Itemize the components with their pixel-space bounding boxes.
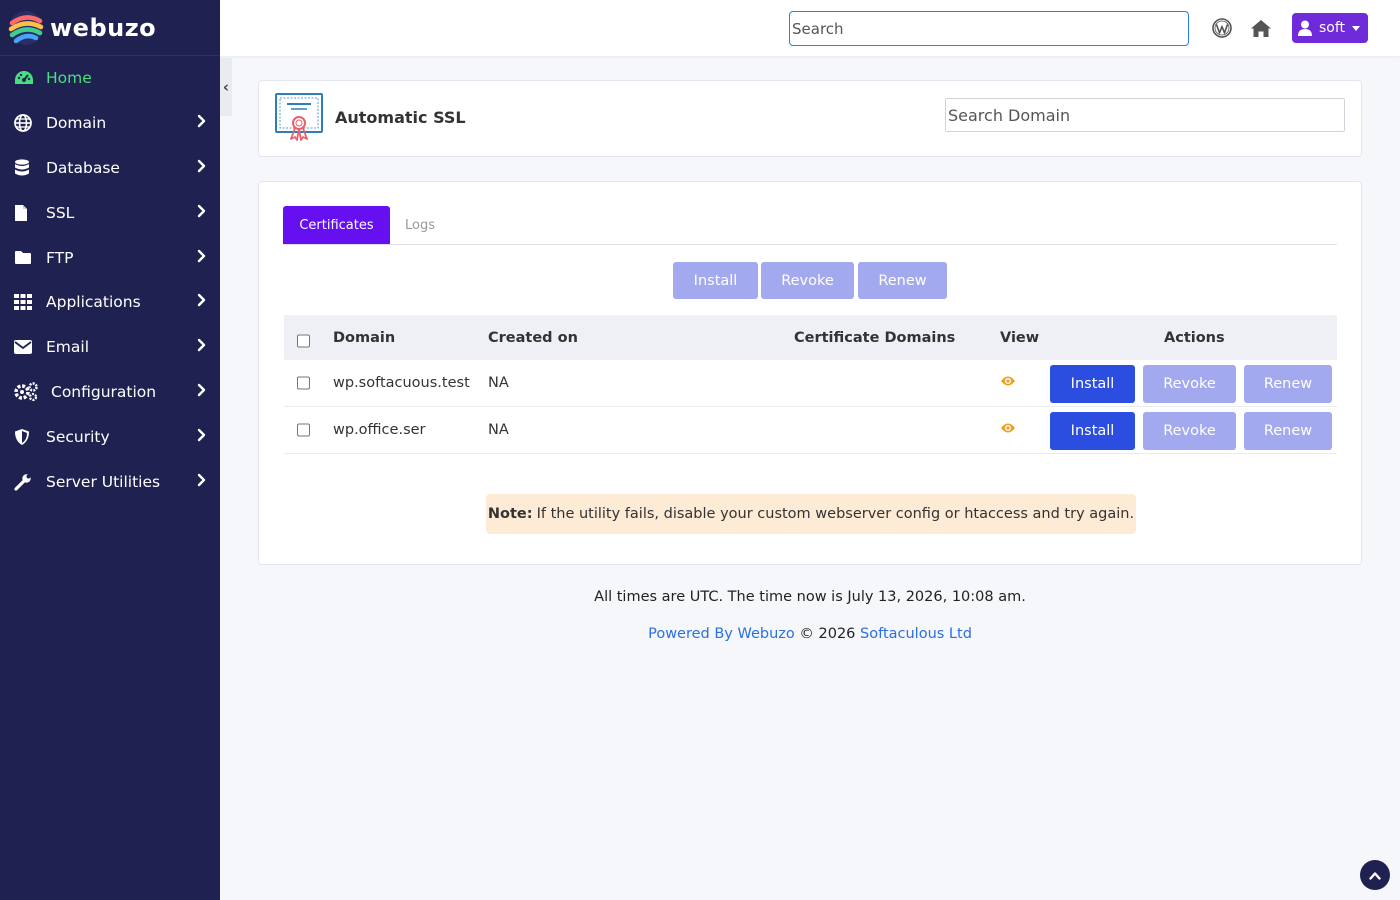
footer-credits: Powered By Webuzo © 2026 Softaculous Ltd xyxy=(258,626,1362,642)
note-alert: Note: If the utility fails, disable your… xyxy=(486,494,1136,534)
column-header-actions: Actions xyxy=(1164,329,1225,346)
domain-search-input[interactable] xyxy=(945,98,1345,132)
sidebar: webuzo Home Domain Database SSL FTP Appl… xyxy=(0,0,220,900)
chevron-right-icon xyxy=(197,249,206,267)
company-link[interactable]: Softaculous Ltd xyxy=(860,626,972,642)
server-time-text: All times are UTC. The time now is July … xyxy=(594,589,1026,605)
user-name: soft xyxy=(1319,20,1346,36)
eye-icon[interactable] xyxy=(1000,375,1016,391)
sidebar-item-configuration[interactable]: Configuration xyxy=(0,370,220,415)
sidebar-item-ftp[interactable]: FTP xyxy=(0,235,220,280)
sidebar-item-server-utilities[interactable]: Server Utilities xyxy=(0,459,220,504)
page-title: Automatic SSL xyxy=(335,108,466,127)
grid-icon xyxy=(14,292,38,312)
tab-bar: Certificates Logs xyxy=(283,206,1337,245)
sidebar-item-label: Configuration xyxy=(51,382,157,401)
folder-icon xyxy=(14,248,38,268)
sidebar-item-domain[interactable]: Domain xyxy=(0,101,220,146)
globe-icon xyxy=(14,113,38,133)
chevron-right-icon xyxy=(197,293,206,311)
global-search-input[interactable] xyxy=(789,11,1189,46)
row-domain: wp.office.ser xyxy=(333,422,426,438)
chevron-right-icon xyxy=(197,473,206,491)
certificate-icon xyxy=(275,92,325,146)
chevron-right-icon xyxy=(197,114,206,132)
sidebar-item-database[interactable]: Database xyxy=(0,146,220,191)
certificates-table: Domain Created on Certificate Domains Vi… xyxy=(284,315,1337,454)
user-menu-button[interactable]: soft xyxy=(1292,13,1368,43)
caret-down-icon xyxy=(1352,25,1361,31)
row-renew-button[interactable]: Renew xyxy=(1244,365,1332,403)
column-header-created: Created on xyxy=(488,329,578,346)
tab-logs[interactable]: Logs xyxy=(391,206,449,244)
powered-by-link[interactable]: Powered By Webuzo xyxy=(648,626,795,642)
database-icon xyxy=(14,158,38,178)
sidebar-item-ssl[interactable]: SSL xyxy=(0,190,220,235)
row-revoke-button[interactable]: Revoke xyxy=(1143,365,1236,403)
webuzo-logo-icon xyxy=(8,10,44,45)
sidebar-item-label: Server Utilities xyxy=(46,472,161,491)
wrench-icon xyxy=(14,472,38,492)
sidebar-item-security[interactable]: Security xyxy=(0,414,220,459)
scroll-to-top-button[interactable] xyxy=(1360,860,1390,890)
chevron-right-icon xyxy=(197,159,206,177)
row-created: NA xyxy=(488,422,509,438)
column-header-domain: Domain xyxy=(333,329,396,346)
row-revoke-button[interactable]: Revoke xyxy=(1143,412,1236,450)
certificates-card: Certificates Logs Install Revoke Renew D… xyxy=(258,181,1362,565)
row-checkbox[interactable] xyxy=(297,376,310,390)
bulk-install-button[interactable]: Install xyxy=(673,262,758,299)
row-created: NA xyxy=(488,375,509,391)
sidebar-nav: Home Domain Database SSL FTP Application… xyxy=(0,56,220,504)
dashboard-icon xyxy=(14,68,38,88)
sidebar-item-applications[interactable]: Applications xyxy=(0,280,220,325)
column-header-view: View xyxy=(1000,329,1040,346)
topbar: soft xyxy=(220,0,1400,56)
envelope-icon xyxy=(14,337,38,357)
copyright-text: © 2026 xyxy=(799,626,856,642)
cogs-icon xyxy=(14,382,38,402)
table-row: wp.softacuous.test NA Install Revoke Ren… xyxy=(284,360,1337,407)
row-install-button[interactable]: Install xyxy=(1050,365,1135,403)
eye-icon[interactable] xyxy=(1000,422,1016,438)
bulk-renew-button[interactable]: Renew xyxy=(858,262,947,299)
sidebar-item-home[interactable]: Home xyxy=(0,56,220,101)
sidebar-item-label: Domain xyxy=(46,114,107,133)
sidebar-item-label: SSL xyxy=(46,203,75,222)
home-icon[interactable] xyxy=(1249,16,1273,40)
note-text: If the utility fails, disable your custo… xyxy=(536,506,1135,522)
sidebar-item-email[interactable]: Email xyxy=(0,325,220,370)
table-header: Domain Created on Certificate Domains Vi… xyxy=(284,315,1337,360)
shield-icon xyxy=(14,427,38,447)
sidebar-item-label: Applications xyxy=(46,293,141,312)
chevron-right-icon xyxy=(197,338,206,356)
sidebar-item-label: Home xyxy=(46,69,92,88)
sidebar-item-label: FTP xyxy=(46,248,74,267)
row-install-button[interactable]: Install xyxy=(1050,412,1135,450)
bulk-revoke-button[interactable]: Revoke xyxy=(761,262,854,299)
page-header-card: Automatic SSL xyxy=(258,80,1362,157)
user-icon xyxy=(1298,20,1312,36)
chevron-right-icon xyxy=(197,204,206,222)
row-checkbox[interactable] xyxy=(297,423,310,437)
chevron-right-icon xyxy=(197,383,206,401)
row-domain: wp.softacuous.test xyxy=(333,375,470,391)
tab-certificates[interactable]: Certificates xyxy=(283,206,390,244)
table-row: wp.office.ser NA Install Revoke Renew xyxy=(284,407,1337,454)
brand-logo[interactable]: webuzo xyxy=(0,0,220,56)
file-icon xyxy=(14,203,38,223)
sidebar-item-label: Database xyxy=(46,158,120,177)
sidebar-item-label: Security xyxy=(46,427,110,446)
sidebar-collapse-toggle[interactable]: ‹ xyxy=(220,58,232,116)
column-header-certificate-domains: Certificate Domains xyxy=(794,329,956,346)
brand-name: webuzo xyxy=(50,13,157,42)
select-all-checkbox[interactable] xyxy=(297,334,310,348)
wordpress-icon[interactable] xyxy=(1210,16,1234,40)
chevron-up-icon xyxy=(1369,871,1381,880)
row-renew-button[interactable]: Renew xyxy=(1244,412,1332,450)
chevron-right-icon xyxy=(197,428,206,446)
note-label: Note: xyxy=(487,506,533,522)
sidebar-item-label: Email xyxy=(46,338,90,357)
